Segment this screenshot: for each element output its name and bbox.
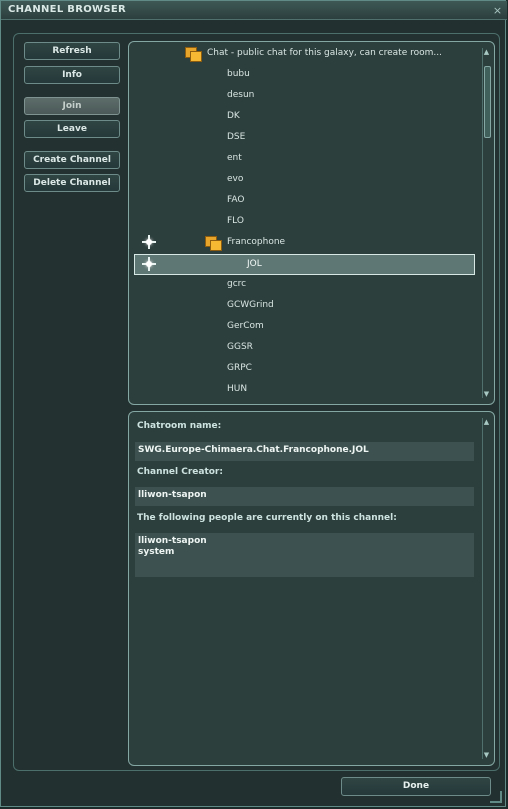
tree-item-label: GRPC — [227, 363, 252, 373]
tree-item-desun[interactable]: desun — [129, 85, 470, 105]
tree-item-label: bubu — [227, 69, 250, 79]
scroll-thumb[interactable] — [484, 66, 491, 138]
tree-item-label: gcrc — [227, 279, 247, 289]
refresh-button[interactable]: Refresh — [24, 42, 120, 60]
tree-item-label: evo — [227, 174, 244, 184]
tree-item-flo[interactable]: FLO — [129, 211, 470, 231]
window-title: CHANNEL BROWSER — [8, 4, 126, 15]
tree-item-label: DSE — [227, 132, 246, 142]
sun-icon — [142, 235, 156, 249]
tree-item-grpc[interactable]: GRPC — [129, 358, 470, 378]
tree-scrollbar[interactable]: ▲ ▼ — [482, 48, 491, 398]
sun-icon — [142, 257, 156, 271]
tree-item-dk[interactable]: DK — [129, 106, 470, 126]
tree-item-label: JOL — [247, 259, 262, 269]
close-icon[interactable]: × — [491, 4, 504, 17]
tree-item-dse[interactable]: DSE — [129, 127, 470, 147]
leave-button[interactable]: Leave — [24, 120, 120, 138]
people-list: lliwon-tsapon system — [135, 533, 474, 577]
tree-item-gercom[interactable]: GerCom — [129, 316, 470, 336]
tree-item-jol[interactable]: JOL — [129, 254, 470, 274]
list-item: system — [138, 547, 175, 557]
channel-creator-value: lliwon-tsapon — [135, 487, 474, 506]
tree-item-label: desun — [227, 90, 255, 100]
info-button[interactable]: Info — [24, 66, 120, 84]
channel-details-panel: Chatroom name: SWG.Europe-Chimaera.Chat.… — [128, 411, 495, 766]
tree-item-bubu[interactable]: bubu — [129, 64, 470, 84]
people-label: The following people are currently on th… — [137, 513, 397, 523]
tree-item-label: GerCom — [227, 321, 264, 331]
tree-item-ggsr[interactable]: GGSR — [129, 337, 470, 357]
details-scrollbar[interactable]: ▲ ▼ — [482, 418, 491, 759]
tree-item-label: Francophone — [227, 237, 286, 247]
tree-item-label: DK — [227, 111, 240, 121]
tree-item-label: ent — [227, 153, 242, 163]
tree-item-ent[interactable]: ent — [129, 148, 470, 168]
delete-channel-button[interactable]: Delete Channel — [24, 174, 120, 192]
tree-root-row[interactable]: Chat - public chat for this galaxy, can … — [129, 43, 470, 63]
done-button[interactable]: Done — [341, 777, 491, 796]
chatroom-name-value: SWG.Europe-Chimaera.Chat.Francophone.JOL — [135, 442, 474, 461]
tree-item-fao[interactable]: FAO — [129, 190, 470, 210]
create-channel-button[interactable]: Create Channel — [24, 151, 120, 169]
title-bar[interactable]: CHANNEL BROWSER × — [1, 1, 507, 20]
tree-item-evo[interactable]: evo — [129, 169, 470, 189]
scroll-up-icon[interactable]: ▲ — [482, 418, 491, 426]
tree-item-label: FAO — [227, 195, 245, 205]
resize-grip[interactable] — [490, 791, 502, 803]
tree-item-gcwgrind[interactable]: GCWGrind — [129, 295, 470, 315]
tree-item-label: FLO — [227, 216, 244, 226]
channel-creator-label: Channel Creator: — [137, 467, 223, 477]
join-button[interactable]: Join — [24, 97, 120, 115]
folder-icon — [205, 236, 222, 251]
channel-tree-panel: Chat - public chat for this galaxy, can … — [128, 41, 495, 405]
folder-icon — [185, 47, 202, 62]
tree-root-label: Chat - public chat for this galaxy, can … — [207, 48, 442, 58]
scroll-up-icon[interactable]: ▲ — [482, 48, 491, 56]
list-item: lliwon-tsapon — [138, 536, 207, 546]
channel-browser-window: CHANNEL BROWSER × Refresh Info Join Leav… — [0, 0, 507, 807]
tree-item-francophone[interactable]: Francophone — [129, 232, 470, 252]
scroll-down-icon[interactable]: ▼ — [482, 390, 491, 398]
scroll-down-icon[interactable]: ▼ — [482, 751, 491, 759]
tree-item-gcrc[interactable]: gcrc — [129, 274, 470, 294]
tree-item-label: GCWGrind — [227, 300, 274, 310]
tree-item-hun[interactable]: HUN — [129, 379, 470, 399]
tree-item-label: HUN — [227, 384, 248, 394]
tree-item-label: GGSR — [227, 342, 253, 352]
chatroom-name-label: Chatroom name: — [137, 421, 222, 431]
